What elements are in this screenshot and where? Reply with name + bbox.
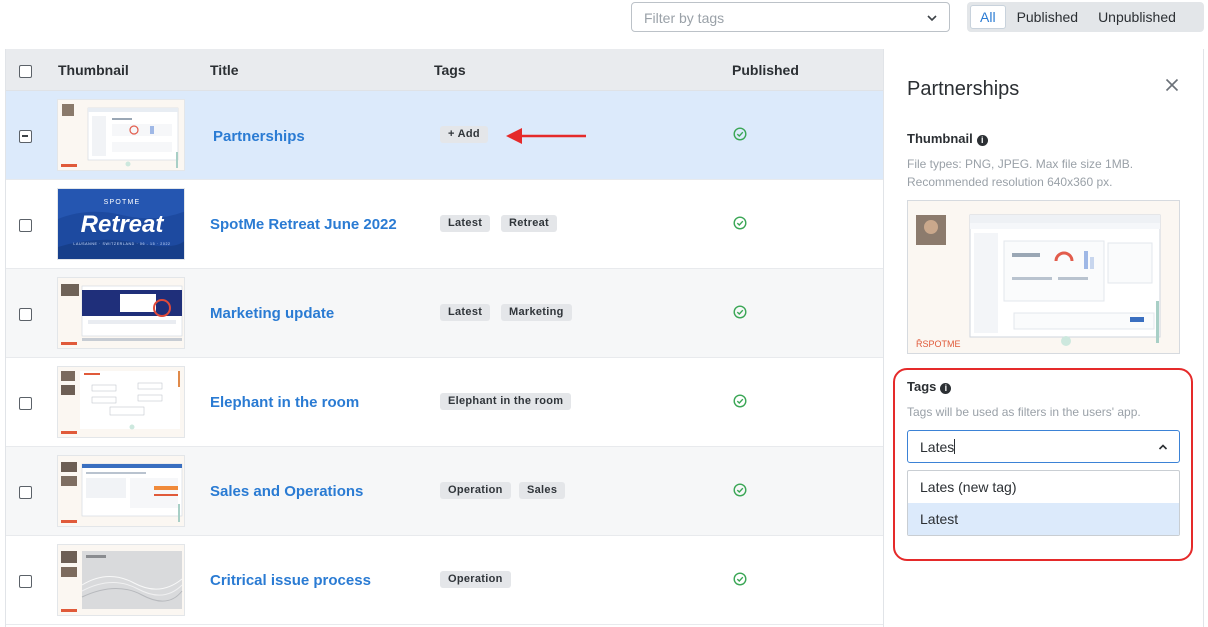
tag-chip[interactable]: Operation — [440, 571, 511, 588]
tag-chip[interactable]: Latest — [440, 304, 491, 321]
annotation-arrow — [506, 128, 586, 144]
published-check-icon — [733, 394, 747, 408]
table-header: Thumbnail Title Tags Published — [6, 49, 884, 91]
svg-text:ŘSPOTME: ŘSPOTME — [916, 339, 961, 349]
header-tags: Tags — [434, 62, 466, 78]
row-thumbnail — [57, 544, 185, 616]
row-thumbnail: SPOTME Retreat LAUSANNE · SWITZERLAND · … — [57, 188, 185, 260]
published-check-icon — [733, 216, 747, 230]
published-check-icon — [733, 572, 747, 586]
table-row[interactable]: Elephant in the room Elephant in the roo… — [6, 358, 884, 447]
row-thumbnail — [57, 99, 185, 171]
info-icon[interactable]: i — [976, 135, 988, 146]
segment-unpublished[interactable]: Unpublished — [1089, 5, 1185, 29]
row-checkbox[interactable] — [19, 308, 32, 321]
published-check-icon — [733, 305, 747, 319]
row-title-link[interactable]: Sales and Operations — [210, 483, 363, 500]
filter-placeholder: Filter by tags — [644, 10, 725, 26]
content-table: Thumbnail Title Tags Published Partnersh… — [5, 49, 884, 627]
table-row[interactable]: SPOTME Retreat LAUSANNE · SWITZERLAND · … — [6, 180, 884, 269]
thumbnail-help-1: File types: PNG, JPEG. Max file size 1MB… — [907, 157, 1134, 171]
header-thumbnail: Thumbnail — [58, 62, 129, 78]
table-row[interactable]: Critrical issue process Operation — [6, 536, 884, 625]
thumbnail-help-2: Recommended resolution 640x360 px. — [907, 175, 1113, 189]
tag-chip[interactable]: Elephant in the room — [440, 393, 572, 410]
row-thumbnail — [57, 455, 185, 527]
select-all-checkbox[interactable] — [19, 65, 32, 78]
row-title-link[interactable]: Partnerships — [213, 128, 305, 145]
annotation-highlight-box — [893, 368, 1193, 561]
thumb-location: LAUSANNE · SWITZERLAND · 06 - 15 · 2022 — [73, 242, 170, 246]
table-row[interactable]: Sales and Operations Operation Sales — [6, 447, 884, 536]
row-title-link[interactable]: Marketing update — [210, 305, 334, 322]
header-published: Published — [732, 62, 799, 78]
row-checkbox[interactable] — [19, 575, 32, 588]
thumb-brand: SPOTME — [104, 199, 141, 206]
row-thumbnail — [57, 277, 185, 349]
row-checkbox[interactable] — [19, 130, 32, 143]
published-check-icon — [733, 127, 747, 141]
tag-chip[interactable]: Operation — [440, 482, 511, 499]
tag-chip[interactable]: Marketing — [501, 304, 572, 321]
add-tag-button[interactable]: + Add — [440, 126, 488, 143]
table-row[interactable]: Marketing update Latest Marketing — [6, 269, 884, 358]
filter-by-tags-select[interactable]: Filter by tags — [631, 2, 950, 32]
close-icon[interactable] — [1165, 78, 1179, 92]
thumb-retreat-text: Retreat — [81, 211, 165, 238]
header-title: Title — [210, 62, 239, 78]
publish-filter-segment: All Published Unpublished — [967, 2, 1204, 32]
tag-chip[interactable]: Retreat — [501, 215, 558, 232]
thumbnail-label: Thumbnail i — [907, 131, 988, 146]
row-title-link[interactable]: Critrical issue process — [210, 572, 371, 589]
row-checkbox[interactable] — [19, 486, 32, 499]
chevron-down-icon — [927, 15, 937, 22]
row-title-link[interactable]: SpotMe Retreat June 2022 — [210, 216, 397, 233]
row-checkbox[interactable] — [19, 397, 32, 410]
row-title-link[interactable]: Elephant in the room — [210, 394, 359, 411]
row-thumbnail — [57, 366, 185, 438]
table-row[interactable]: Partnerships + Add — [6, 91, 884, 180]
published-check-icon — [733, 483, 747, 497]
segment-all[interactable]: All — [970, 5, 1006, 29]
tag-chip[interactable]: Sales — [519, 482, 566, 499]
segment-published[interactable]: Published — [1008, 5, 1088, 29]
thumbnail-label-text: Thumbnail — [907, 131, 973, 146]
thumbnail-preview[interactable]: ŘSPOTME — [907, 200, 1180, 354]
tag-chip[interactable]: Latest — [440, 215, 491, 232]
row-checkbox[interactable] — [19, 219, 32, 232]
panel-title: Partnerships — [907, 78, 1020, 100]
